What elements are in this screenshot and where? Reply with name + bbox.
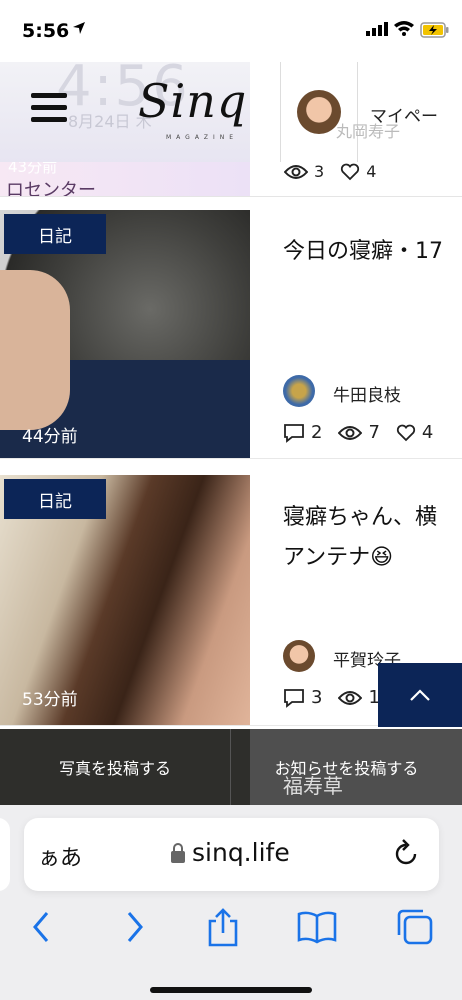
card-time-ago: 43分前 bbox=[8, 162, 58, 176]
category-badge[interactable]: 日記 bbox=[4, 479, 106, 519]
author-avatar[interactable] bbox=[283, 375, 315, 407]
eye-icon bbox=[338, 425, 363, 440]
comment-icon bbox=[284, 688, 304, 708]
status-bar: 5:56 bbox=[0, 0, 462, 62]
bookmarks-icon[interactable] bbox=[292, 905, 342, 949]
card-stats: 3 4 bbox=[284, 162, 376, 181]
eye-icon bbox=[284, 164, 308, 179]
browser-toolbar bbox=[0, 897, 462, 957]
site-logo[interactable]: Sinq MAGAZINE bbox=[138, 78, 247, 141]
reload-icon[interactable] bbox=[391, 838, 421, 870]
lock-icon bbox=[171, 843, 185, 863]
home-indicator bbox=[150, 987, 312, 993]
card-title[interactable]: 今日の寝癖・17 bbox=[283, 232, 453, 272]
card-stats: 2 7 4 bbox=[283, 422, 433, 443]
reader-options-button[interactable]: ぁあ bbox=[38, 840, 82, 872]
card-time-ago: 44分前 bbox=[22, 427, 78, 447]
card-title[interactable]: 寝癖ちゃん、横アンテナ😆 bbox=[283, 498, 453, 578]
post-photo-button[interactable]: 写真を投稿する bbox=[0, 729, 230, 805]
card-thumbnail: 43分前 ロセンター bbox=[0, 162, 250, 196]
comment-count: 2 bbox=[311, 422, 323, 443]
post-notice-button[interactable]: お知らせを投稿する bbox=[231, 729, 462, 805]
user-avatar[interactable] bbox=[297, 90, 341, 134]
post-action-bar: 写真を投稿する お知らせを投稿する bbox=[0, 729, 462, 805]
battery-charging-icon bbox=[420, 22, 449, 38]
heart-icon[interactable] bbox=[340, 163, 360, 181]
view-count: 7 bbox=[368, 422, 380, 443]
view-count: 3 bbox=[314, 162, 325, 181]
chevron-up-icon bbox=[410, 689, 430, 701]
like-count: 4 bbox=[366, 162, 377, 181]
status-time: 5:56 bbox=[22, 20, 70, 42]
wifi-icon bbox=[394, 21, 414, 36]
scroll-to-top-button[interactable] bbox=[378, 663, 462, 727]
thumbnail-text: ロセンター bbox=[6, 180, 96, 196]
tabs-icon[interactable] bbox=[390, 905, 440, 949]
like-count: 4 bbox=[421, 422, 434, 443]
url-domain[interactable]: sinq.life bbox=[192, 838, 290, 867]
previous-tab-peek[interactable] bbox=[0, 818, 10, 891]
author-name[interactable]: 牛田良枝 bbox=[333, 381, 401, 406]
category-badge[interactable]: 日記 bbox=[4, 214, 106, 254]
list-item[interactable]: 43分前 ロセンター 3 4 bbox=[0, 162, 462, 197]
back-icon[interactable] bbox=[16, 905, 66, 949]
signal-icon bbox=[366, 22, 388, 36]
header-divider bbox=[357, 62, 358, 162]
comment-icon bbox=[284, 423, 304, 443]
list-item[interactable]: 日記 44分前 今日の寝癖・17 牛田良枝 2 7 4 bbox=[0, 210, 462, 459]
browser-bottom-bar: ぁあ sinq.life bbox=[0, 805, 462, 1000]
next-card-title[interactable]: 福寿草 bbox=[283, 770, 343, 799]
location-arrow-icon bbox=[73, 22, 85, 34]
eye-icon bbox=[338, 690, 363, 705]
share-icon[interactable] bbox=[198, 905, 248, 949]
header-divider bbox=[280, 62, 281, 162]
address-bar[interactable]: ぁあ sinq.life bbox=[24, 818, 439, 891]
forward-icon[interactable] bbox=[110, 905, 160, 949]
author-avatar[interactable] bbox=[283, 640, 315, 672]
hamburger-icon[interactable] bbox=[31, 93, 67, 123]
card-time-ago: 53分前 bbox=[22, 690, 78, 710]
card-stats: 3 1 bbox=[283, 687, 380, 708]
ghost-author-name: 丸岡寿子 bbox=[336, 122, 401, 141]
site-header: 4:56 8月24日 木 Sinq MAGAZINE マイペー 丸岡寿子 bbox=[0, 54, 462, 192]
heart-icon[interactable] bbox=[396, 424, 416, 442]
thumbnail-skin bbox=[0, 270, 70, 430]
comment-count: 3 bbox=[311, 687, 323, 708]
